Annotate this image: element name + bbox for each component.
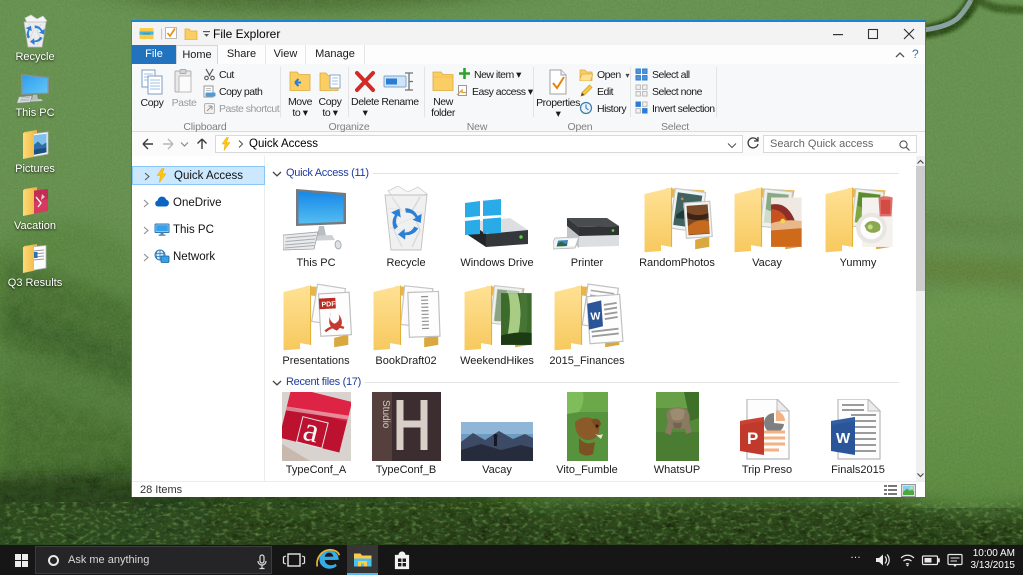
svg-text:Studio: Studio <box>380 400 391 429</box>
svg-text:W: W <box>590 310 601 323</box>
svg-text:P: P <box>747 429 758 448</box>
svg-text:PDF: PDF <box>321 301 336 309</box>
svg-text:W: W <box>836 430 851 447</box>
